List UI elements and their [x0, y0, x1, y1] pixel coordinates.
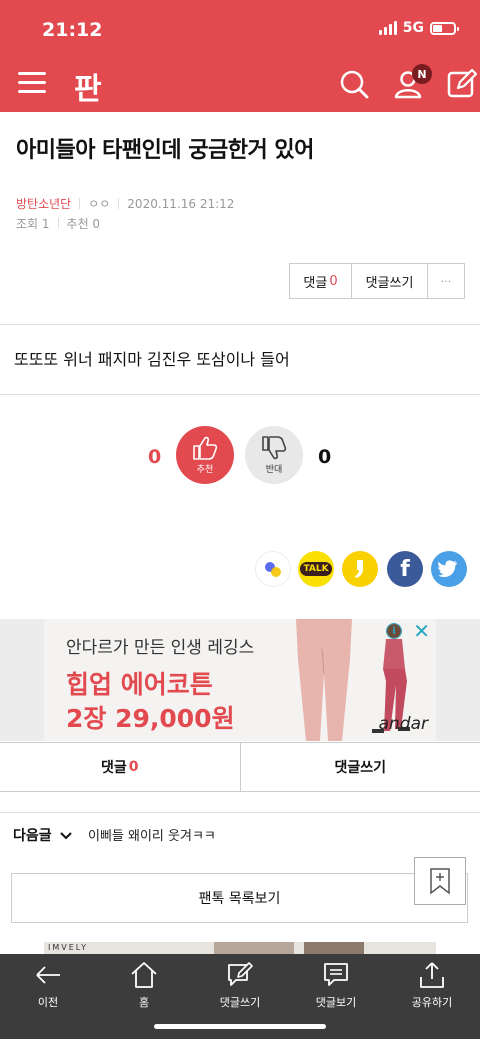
facebook-icon[interactable]: f — [387, 551, 423, 587]
status-time: 21:12 — [42, 19, 103, 41]
upvote-count: 0 — [148, 446, 162, 468]
battery-icon — [430, 21, 459, 35]
post-title: 아미들아 타팬인데 궁금한거 있어 — [16, 138, 314, 163]
view-count: 조회 1 — [16, 217, 50, 231]
write-comment-icon — [228, 962, 253, 986]
signal-icon — [378, 21, 397, 35]
home-indicator — [154, 1024, 326, 1029]
facebook-f: f — [400, 556, 410, 582]
channel-link[interactable]: 방탄소년단 — [16, 195, 71, 212]
home-icon — [131, 962, 157, 988]
downvote-label: 반대 — [265, 465, 283, 475]
ad-brand: andar — [378, 714, 428, 734]
comment-tabs: 댓글 0 댓글쓰기 — [0, 742, 480, 792]
comment-count-button[interactable]: 댓글 0 — [290, 264, 352, 298]
ad-info-icon[interactable]: i — [386, 623, 402, 639]
dots-graphic — [265, 562, 281, 577]
nav-back[interactable]: 이전 — [0, 960, 96, 1012]
menu-button[interactable] — [18, 72, 46, 94]
post-actions: 댓글 0 댓글쓰기 ··· — [289, 263, 465, 299]
post-body: 또또또 위너 패지마 김진우 또삼이나 들어 — [14, 350, 290, 369]
app-header: 21:12 5G 판 N — [0, 0, 480, 112]
next-post-link[interactable]: 이삐들 왜이리 웃겨ㅋㅋ — [88, 825, 216, 844]
next-post-row: 다음글 이삐들 왜이리 웃겨ㅋㅋ — [0, 812, 480, 852]
chevron-down-icon — [59, 832, 72, 840]
nav-label: 댓글쓰기 — [219, 996, 261, 1009]
compose-icon[interactable] — [446, 68, 478, 100]
ad-price: 2장 29,000원 — [66, 704, 235, 733]
talk-text: TALK — [300, 562, 332, 576]
post-date: 2020.11.16 21:12 — [127, 196, 235, 211]
next-ad-preview[interactable]: IMVELY — [44, 942, 436, 954]
nav-write-comment[interactable]: 댓글쓰기 — [192, 960, 288, 1012]
write-comment-button[interactable]: 댓글쓰기 — [352, 264, 428, 298]
bookmark-button[interactable] — [414, 857, 466, 905]
thumbs-down-icon — [262, 436, 287, 460]
downvote-button[interactable]: 반대 — [245, 426, 303, 484]
preview-photo — [214, 942, 294, 954]
share-dots-icon[interactable] — [255, 551, 291, 587]
ad-banner[interactable]: 안다르가 만든 인생 레깅스 힙업 에어코튼 2장 29,000원 andar … — [0, 619, 480, 741]
kakaostory-icon[interactable] — [342, 551, 378, 587]
nav-home[interactable]: 홈 — [96, 960, 192, 1012]
search-icon[interactable] — [338, 68, 370, 100]
tab-comments-label: 댓글 — [100, 760, 127, 776]
tab-comments-count: 0 — [128, 759, 139, 775]
next-post-toggle[interactable]: 다음글 — [13, 825, 72, 845]
ad-close-icon[interactable]: ✕ — [413, 619, 430, 643]
network-label: 5G — [402, 20, 424, 36]
author-nick: ㅇㅇ — [88, 197, 111, 211]
back-arrow-icon — [36, 966, 60, 984]
divider — [79, 198, 81, 209]
next-post-label: 다음글 — [13, 828, 52, 844]
notification-badge: N — [412, 64, 432, 84]
nav-label: 공유하기 — [411, 996, 453, 1009]
post-meta: 방탄소년단 ㅇㅇ 2020.11.16 21:12 — [16, 195, 234, 212]
kakaotalk-icon[interactable]: TALK — [298, 551, 334, 587]
post-stats: 조회 1 추천 0 — [16, 215, 100, 232]
tab-comments[interactable]: 댓글 0 — [0, 743, 241, 791]
list-view-button[interactable]: 팬톡 목록보기 — [11, 873, 468, 923]
bookmark-add-icon — [430, 868, 450, 895]
preview-photo — [304, 942, 364, 954]
ad-headline: 안다르가 만든 인생 레깅스 — [66, 638, 255, 658]
leggings-photo — [296, 619, 352, 741]
view-comments-icon — [324, 963, 348, 986]
upvote-label: 추천 — [196, 465, 214, 475]
nav-view-comments[interactable]: 댓글보기 — [288, 960, 384, 1012]
share-icon — [420, 962, 444, 988]
twitter-icon[interactable] — [431, 551, 467, 587]
nav-label: 홈 — [138, 996, 150, 1009]
upvote-button[interactable]: 추천 — [176, 426, 234, 484]
pann-logo[interactable]: 판 — [74, 64, 102, 108]
thumbs-up-icon — [193, 436, 218, 460]
user-button[interactable]: N — [392, 64, 432, 100]
tab-write-comment[interactable]: 댓글쓰기 — [241, 743, 480, 791]
recommend-count: 추천 0 — [66, 217, 101, 231]
nav-share[interactable]: 공유하기 — [384, 960, 480, 1012]
status-indicators: 5G — [378, 20, 459, 36]
divider — [57, 218, 59, 229]
comment-count: 0 — [329, 273, 338, 289]
nav-label: 이전 — [37, 996, 59, 1009]
bottom-toolbar: 이전 홈 댓글쓰기 댓글보기 공유하기 — [0, 954, 480, 1039]
bird-graphic — [438, 560, 457, 578]
divider — [118, 198, 120, 209]
comment-label: 댓글 — [303, 275, 328, 291]
ad-product: 힙업 에어코튼 — [66, 670, 213, 699]
divider — [0, 394, 480, 395]
divider — [0, 324, 480, 325]
preview-brand: IMVELY — [48, 943, 89, 952]
ad-creative[interactable]: 안다르가 만든 인생 레깅스 힙업 에어코튼 2장 29,000원 andar … — [44, 619, 436, 741]
story-quote-graphic — [355, 560, 363, 578]
downvote-count: 0 — [318, 446, 332, 468]
more-button[interactable]: ··· — [428, 264, 464, 298]
nav-label: 댓글보기 — [315, 996, 357, 1009]
